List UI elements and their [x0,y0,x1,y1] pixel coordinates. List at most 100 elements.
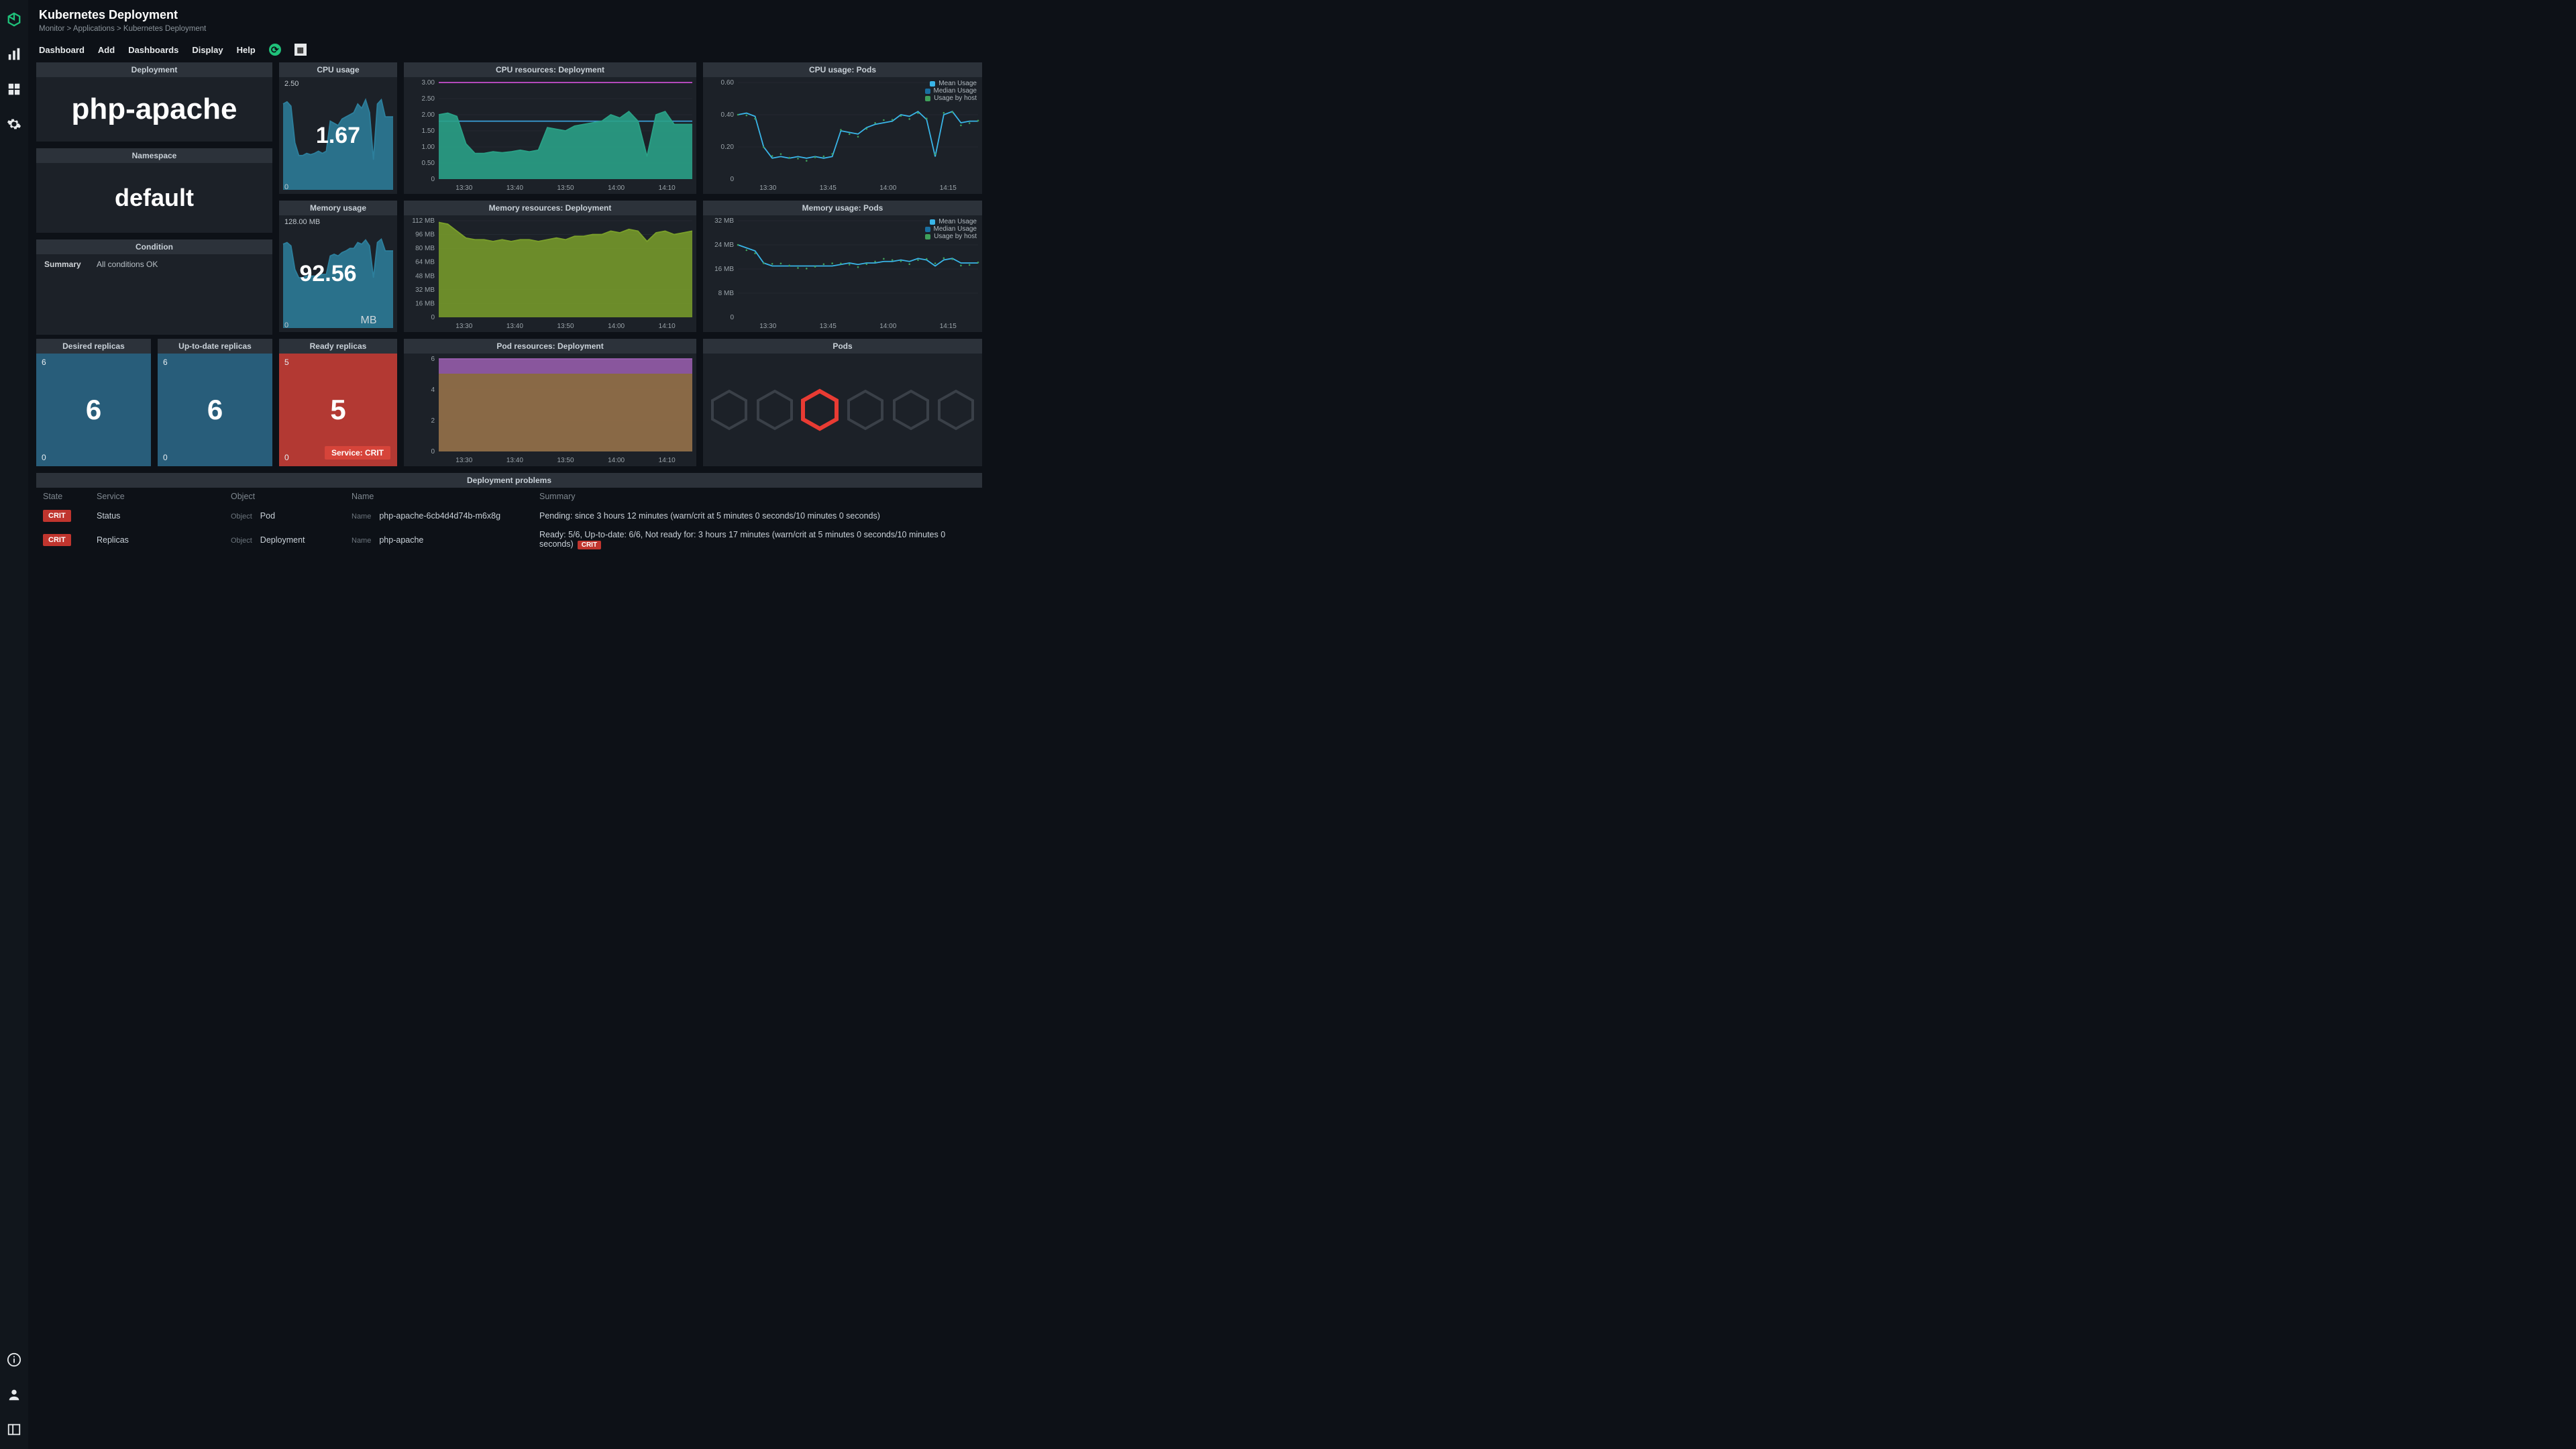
breadcrumb[interactable]: Monitor > Applications > Kubernetes Depl… [39,25,2565,33]
pod-hex-icon[interactable] [892,388,930,431]
state-badge: CRIT [43,510,71,522]
svg-text:13:30: 13:30 [455,184,472,192]
svg-text:112 MB: 112 MB [412,217,435,225]
svg-text:2: 2 [431,417,435,425]
menu-dashboards[interactable]: Dashboards [128,45,178,55]
deployment-panel: Deployment php-apache [36,62,272,142]
desired-replicas-value: 6 [36,354,151,466]
cpu-res-title: CPU resources: Deployment [404,62,696,77]
svg-text:1.50: 1.50 [422,127,435,135]
svg-text:16 MB: 16 MB [714,266,734,273]
svg-text:14:10: 14:10 [659,323,676,330]
menu-display[interactable]: Display [192,45,223,55]
mem-usage-title: Memory usage [279,201,397,215]
mem-usage-value: 92.56 [299,261,356,287]
pod-res-panel[interactable]: Pod resources: Deployment 246013:3013:40… [404,339,696,466]
mem-usage-panel[interactable]: Memory usage 128.00 MB 92.56MB 0 [279,201,397,332]
calendar-icon[interactable]: ▦ [294,44,307,56]
svg-text:6: 6 [431,356,435,363]
condition-value: All conditions OK [97,260,158,269]
cpu-pods-legend: Mean Usage Median Usage Usage by host [925,80,977,102]
svg-text:14:00: 14:00 [608,323,625,330]
svg-text:14:00: 14:00 [608,184,625,192]
pod-hex-icon[interactable] [936,388,975,431]
svg-text:0.40: 0.40 [721,111,735,119]
svg-text:0: 0 [730,314,734,321]
state-badge: CRIT [43,534,71,546]
svg-text:13:40: 13:40 [506,323,523,330]
pods-hexagons [703,354,982,466]
svg-text:13:30: 13:30 [759,323,776,330]
logo-icon[interactable] [7,12,21,27]
page-header: Kubernetes Deployment Monitor > Applicat… [28,0,2576,37]
pod-hex-icon[interactable] [755,388,794,431]
service-crit-badge: Service: CRIT [325,446,390,460]
table-row[interactable]: CRIT Status ObjectPod Namephp-apache-6cb… [36,506,982,526]
desired-replicas-panel[interactable]: Desired replicas 6 0 6 [36,339,151,466]
svg-text:14:15: 14:15 [940,184,957,192]
panel-icon[interactable] [7,1422,21,1437]
refresh-icon[interactable]: ⟳ [269,44,281,56]
page-title: Kubernetes Deployment [39,8,2565,22]
svg-text:13:45: 13:45 [820,184,837,192]
bars-icon[interactable] [7,47,21,62]
problems-panel: Deployment problems State Service Object… [36,473,982,1442]
info-icon[interactable] [7,1352,21,1367]
svg-text:0: 0 [431,176,435,183]
svg-text:4: 4 [431,386,435,394]
cpu-res-chart: 0.501.001.502.002.503.00013:3013:4013:50… [404,77,696,194]
svg-text:0: 0 [431,448,435,455]
pods-panel[interactable]: Pods [703,339,982,466]
condition-title: Condition [36,239,272,254]
svg-text:0: 0 [730,176,734,183]
pod-hex-icon[interactable] [846,388,885,431]
svg-text:14:00: 14:00 [608,457,625,464]
menu-dashboard[interactable]: Dashboard [39,45,85,55]
svg-text:13:30: 13:30 [455,323,472,330]
uptodate-replicas-value: 6 [158,354,272,466]
mem-pods-panel[interactable]: Memory usage: Pods 8 MB 16 MB 24 MB 32 MB 0 1… [703,201,982,332]
ready-replicas-panel[interactable]: Ready replicas 5 0 5 Service: CRIT [279,339,397,466]
svg-text:24 MB: 24 MB [714,241,734,249]
svg-text:13:50: 13:50 [557,457,574,464]
cpu-usage-panel[interactable]: CPU usage 2.50 1.67 0 [279,62,397,194]
svg-text:14:00: 14:00 [879,184,896,192]
svg-text:13:50: 13:50 [557,323,574,330]
svg-text:13:30: 13:30 [759,184,776,192]
svg-text:3.00: 3.00 [422,79,435,87]
pod-hex-icon[interactable] [710,388,749,431]
svg-text:32 MB: 32 MB [714,217,734,225]
svg-text:14:00: 14:00 [879,323,896,330]
cpu-res-panel[interactable]: CPU resources: Deployment 0.501.001.502.… [404,62,696,194]
svg-text:0.20: 0.20 [721,144,735,151]
mem-pods-legend: Mean Usage Median Usage Usage by host [925,218,977,240]
svg-text:16 MB: 16 MB [415,300,435,307]
cpu-pods-panel[interactable]: CPU usage: Pods 0.200.400.60013:3013:451… [703,62,982,194]
uptodate-replicas-panel[interactable]: Up-to-date replicas 6 0 6 [158,339,272,466]
svg-text:32 MB: 32 MB [415,286,435,294]
svg-text:48 MB: 48 MB [415,272,435,280]
condition-panel: Condition Summary All conditions OK [36,239,272,335]
svg-text:0: 0 [431,314,435,321]
table-row[interactable]: CRIT Replicas ObjectDeployment Namephp-a… [36,526,982,553]
svg-text:96 MB: 96 MB [415,231,435,239]
mem-pods-title: Memory usage: Pods [703,201,982,215]
mem-res-panel[interactable]: Memory resources: Deployment 16 MB32 MB4… [404,201,696,332]
deployment-name: php-apache [36,77,272,142]
svg-text:13:40: 13:40 [506,457,523,464]
menu-help[interactable]: Help [237,45,256,55]
grid-icon[interactable] [7,82,21,97]
svg-text:14:10: 14:10 [659,184,676,192]
menu-add[interactable]: Add [98,45,115,55]
gear-icon[interactable] [7,117,21,131]
pod-hex-icon-crit[interactable] [800,388,839,431]
svg-text:13:30: 13:30 [455,457,472,464]
namespace-title: Namespace [36,148,272,163]
svg-text:0.50: 0.50 [422,160,435,167]
svg-text:0.60: 0.60 [721,79,735,87]
svg-text:13:45: 13:45 [820,323,837,330]
svg-text:8 MB: 8 MB [718,290,735,297]
user-icon[interactable] [7,1387,21,1402]
cpu-usage-value: 1.67 [316,123,360,149]
svg-text:80 MB: 80 MB [415,245,435,252]
